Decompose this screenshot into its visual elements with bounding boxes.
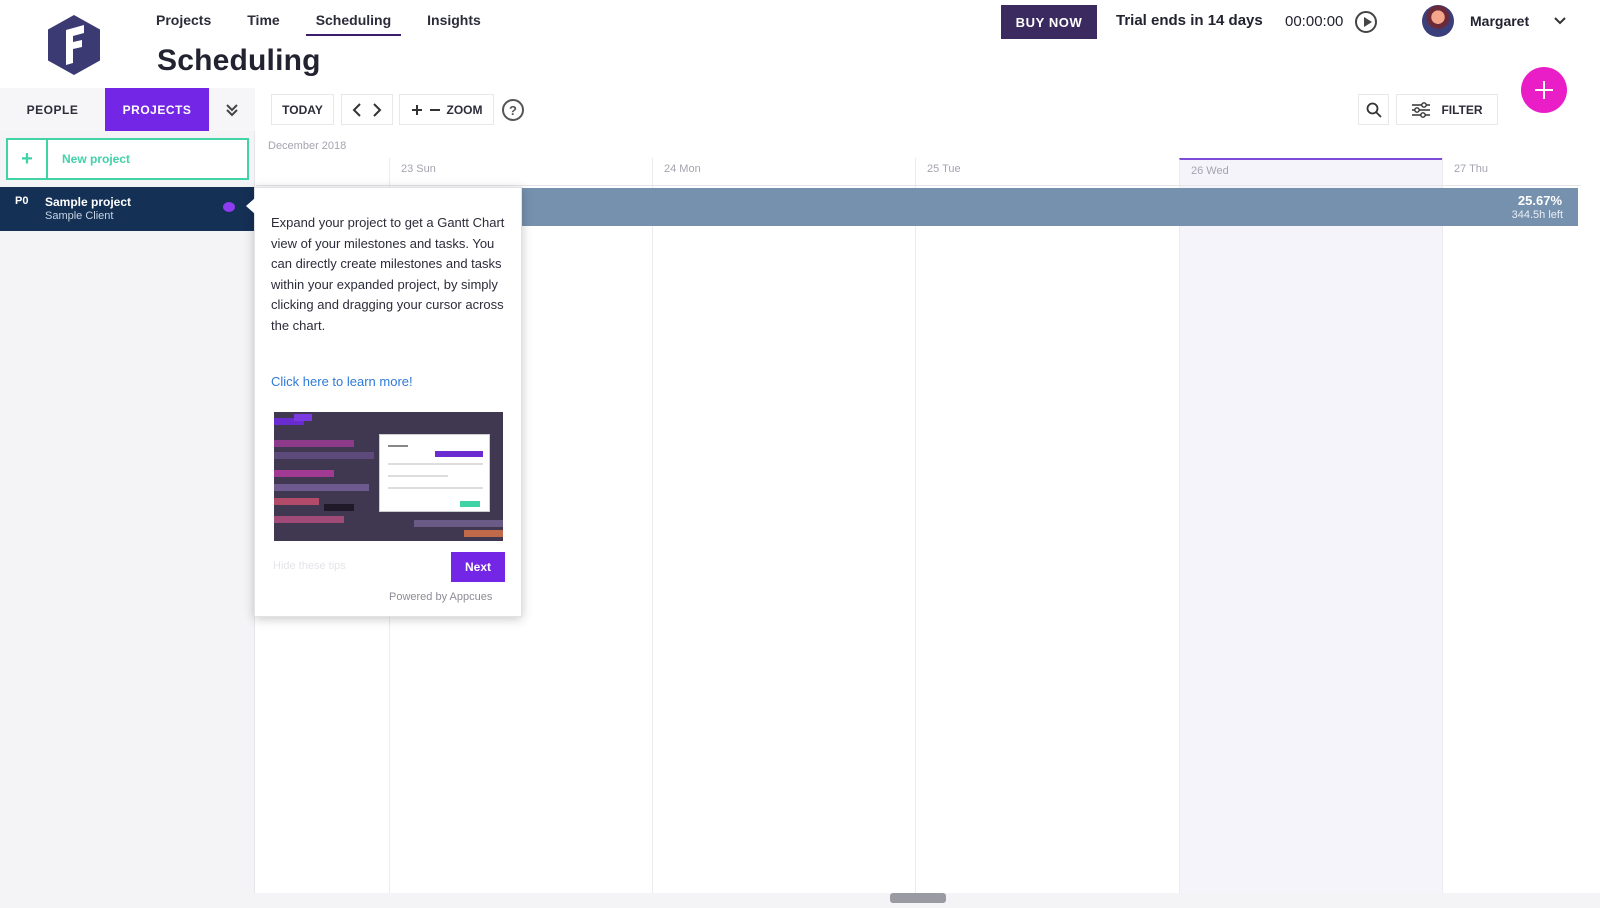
- day-label: 26 Wed: [1191, 165, 1229, 177]
- user-avatar[interactable]: [1422, 5, 1454, 37]
- new-project-label: New project: [62, 152, 131, 166]
- day-column[interactable]: 25 Tue: [915, 158, 1179, 893]
- tooltip-body: Expand your project to get a Gantt Chart…: [271, 215, 505, 333]
- plus-icon: [1535, 81, 1553, 99]
- tooltip-preview-image: [274, 412, 503, 541]
- nav-projects[interactable]: Projects: [156, 0, 211, 36]
- chevron-down-icon[interactable]: [1553, 14, 1567, 28]
- double-chevron-down-icon: [226, 103, 238, 116]
- help-icon[interactable]: ?: [502, 99, 524, 121]
- add-fab-button[interactable]: [1521, 67, 1567, 113]
- project-client: Sample Client: [45, 210, 114, 222]
- new-project-button[interactable]: + New project: [6, 138, 249, 180]
- zoom-in-icon[interactable]: [411, 104, 423, 116]
- powered-by-appcues[interactable]: Powered by Appcues: [389, 591, 492, 603]
- plus-icon: +: [8, 140, 48, 178]
- day-label: 27 Thu: [1454, 163, 1489, 175]
- project-row[interactable]: P0 Sample project Sample Client: [0, 187, 255, 231]
- tab-people[interactable]: PEOPLE: [0, 88, 105, 131]
- preview-modal: [379, 434, 490, 512]
- nav-insights[interactable]: Insights: [427, 0, 481, 36]
- play-icon[interactable]: [1355, 11, 1377, 33]
- day-column-today[interactable]: 26 Wed: [1179, 158, 1442, 893]
- horizontal-scroll-track: [0, 893, 1600, 908]
- project-code: P0: [15, 195, 29, 207]
- onboarding-tooltip: Expand your project to get a Gantt Chart…: [246, 187, 522, 617]
- user-name[interactable]: Margaret: [1470, 13, 1529, 29]
- project-name: Sample project: [45, 195, 132, 209]
- top-navigation: Projects Time Scheduling Insights: [156, 0, 517, 36]
- search-icon: [1366, 102, 1382, 118]
- hide-tips-link[interactable]: Hide these tips: [273, 560, 346, 572]
- trial-notice: Trial ends in 14 days: [1116, 12, 1263, 29]
- sliders-icon: [1412, 101, 1431, 118]
- next-button[interactable]: Next: [451, 552, 505, 582]
- day-label: 25 Tue: [927, 163, 961, 175]
- search-button[interactable]: [1358, 94, 1389, 125]
- filter-button[interactable]: FILTER: [1396, 94, 1498, 125]
- date-nav: [341, 94, 393, 125]
- chevron-right-icon[interactable]: [372, 102, 382, 117]
- zoom-label: ZOOM: [446, 102, 483, 117]
- app-logo-icon[interactable]: [46, 14, 102, 76]
- nav-time[interactable]: Time: [247, 0, 279, 36]
- learn-more-link[interactable]: Click here to learn more!: [271, 374, 413, 389]
- today-button[interactable]: TODAY: [271, 94, 334, 125]
- collapse-all-button[interactable]: [209, 88, 255, 131]
- day-label: 23 Sun: [401, 163, 436, 175]
- project-color-dot[interactable]: [223, 202, 235, 212]
- project-sidebar: + New project P0 Sample project Sample C…: [0, 131, 255, 908]
- header-divider: [256, 185, 1581, 186]
- page-title: Scheduling: [157, 44, 321, 77]
- chevron-left-icon[interactable]: [352, 102, 362, 117]
- month-label: December 2018: [268, 140, 347, 152]
- nav-scheduling[interactable]: Scheduling: [305, 0, 402, 36]
- bar-hours-left: 344.5h left: [1511, 209, 1563, 221]
- tab-projects[interactable]: PROJECTS: [105, 88, 209, 131]
- filter-label: FILTER: [1441, 102, 1483, 117]
- zoom-control: ZOOM: [399, 94, 494, 125]
- view-tabs: PEOPLE PROJECTS: [0, 88, 255, 131]
- buy-now-button[interactable]: BUY NOW: [1001, 5, 1097, 39]
- day-column[interactable]: 27 Thu: [1442, 158, 1581, 893]
- zoom-out-icon[interactable]: [429, 104, 441, 116]
- bar-percent: 25.67%: [1517, 193, 1562, 208]
- horizontal-scrollbar[interactable]: [890, 893, 946, 903]
- day-column[interactable]: 24 Mon: [652, 158, 915, 893]
- day-label: 24 Mon: [664, 163, 701, 175]
- timer-display: 00:00:00: [1285, 13, 1344, 30]
